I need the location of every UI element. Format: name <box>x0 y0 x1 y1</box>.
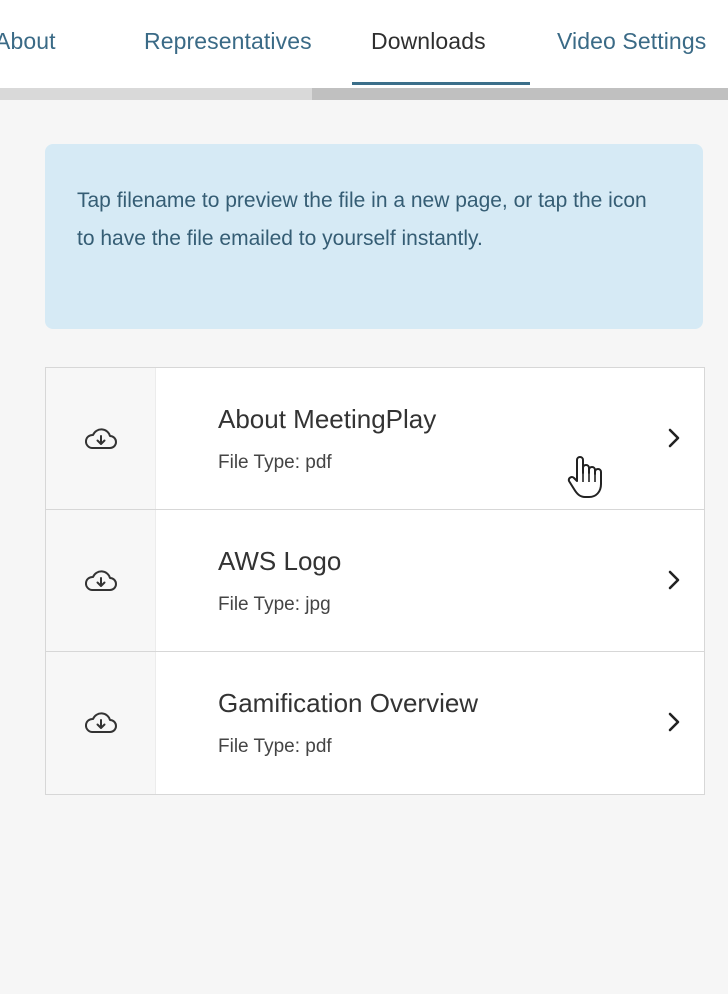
file-type-label: File Type: jpg <box>218 594 331 615</box>
chevron-right-icon[interactable] <box>664 424 684 452</box>
cloud-download-icon[interactable] <box>84 710 118 736</box>
downloads-page: About Representatives Downloads Video Se… <box>0 0 728 994</box>
tab-bar: About Representatives Downloads Video Se… <box>0 0 728 88</box>
chevron-right-icon[interactable] <box>664 566 684 594</box>
file-type-label: File Type: pdf <box>218 452 332 473</box>
tab-downloads[interactable]: Downloads <box>371 28 486 55</box>
cloud-download-icon[interactable] <box>84 426 118 452</box>
email-file-button[interactable] <box>46 368 156 509</box>
tab-about[interactable]: About <box>0 28 56 55</box>
info-message: Tap filename to preview the file in a ne… <box>45 144 703 329</box>
file-type-label: File Type: pdf <box>218 736 332 757</box>
tab-scrollbar-thumb[interactable] <box>312 88 728 100</box>
email-file-button[interactable] <box>46 652 156 794</box>
file-name-link[interactable]: Gamification Overview <box>218 688 478 719</box>
active-tab-indicator <box>352 82 530 85</box>
download-item[interactable]: About MeetingPlay File Type: pdf <box>46 368 704 510</box>
downloads-list: About MeetingPlay File Type: pdf AWS Log… <box>45 367 705 795</box>
tab-video-settings[interactable]: Video Settings <box>557 28 706 55</box>
email-file-button[interactable] <box>46 510 156 651</box>
tab-representatives[interactable]: Representatives <box>144 28 312 55</box>
file-name-link[interactable]: AWS Logo <box>218 546 341 577</box>
download-item[interactable]: AWS Logo File Type: jpg <box>46 510 704 652</box>
chevron-right-icon[interactable] <box>664 708 684 736</box>
download-item[interactable]: Gamification Overview File Type: pdf <box>46 652 704 794</box>
cloud-download-icon[interactable] <box>84 568 118 594</box>
file-name-link[interactable]: About MeetingPlay <box>218 404 436 435</box>
